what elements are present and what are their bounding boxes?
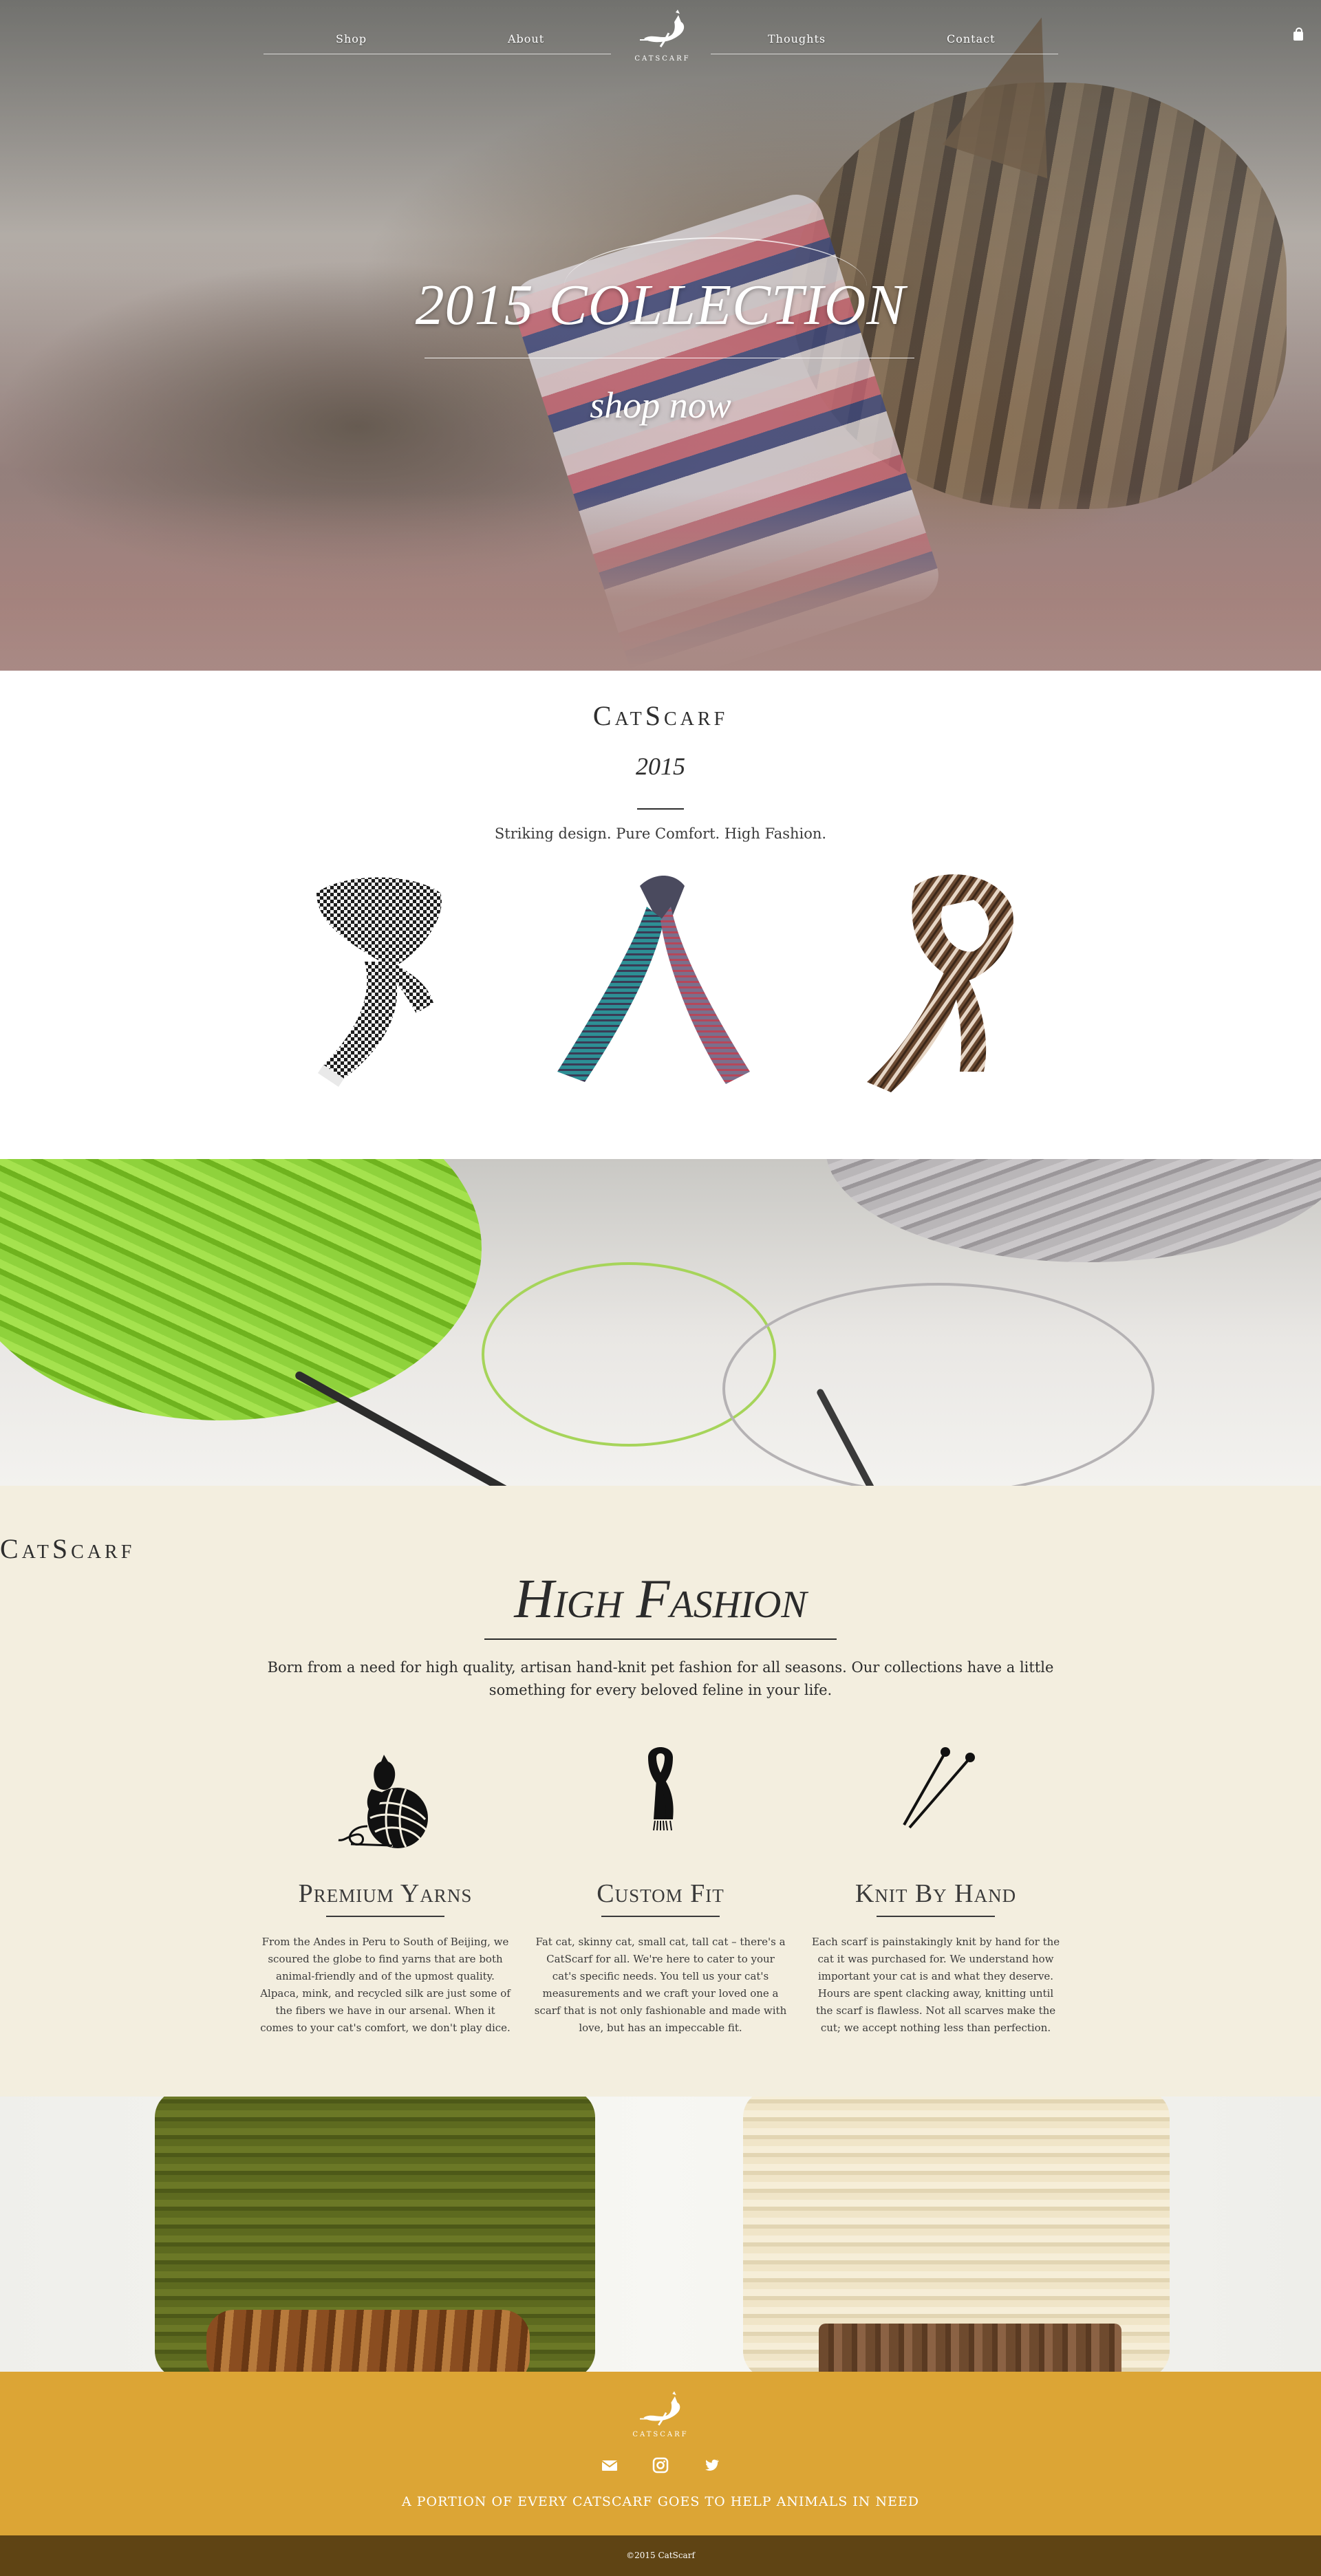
- yarn-banner-image: [0, 1159, 1321, 1486]
- collection-brand: CatScarf: [592, 700, 729, 731]
- hero-title: 2015 COLLECTION: [415, 273, 906, 337]
- collection-divider: [637, 808, 684, 810]
- green-yarn-ball: [0, 1159, 482, 1420]
- collection-section: CatScarf 2015 Striking design. Pure Comf…: [0, 671, 1321, 1159]
- cat-scarf-logo-icon: [640, 2391, 680, 2426]
- grey-yarn-ball: [826, 1159, 1321, 1262]
- collection-tagline: Striking design. Pure Comfort. High Fash…: [494, 825, 827, 842]
- product-houndstooth-scarf[interactable]: [275, 865, 509, 1099]
- fashion-title: High Fashion: [514, 1569, 807, 1630]
- grey-yarn-strand: [722, 1283, 1154, 1486]
- copyright: ©2015 CatScarf: [0, 2535, 1321, 2576]
- feature-title: Custom Fit: [597, 1879, 724, 1908]
- feature-text: Each scarf is painstakingly knit by hand…: [811, 1936, 1060, 2034]
- feature-divider: [877, 1916, 995, 1917]
- shop-now-link[interactable]: shop now: [523, 384, 798, 426]
- feature-text: Fat cat, skinny cat, small cat, tall cat…: [534, 1936, 787, 2034]
- feature-divider: [601, 1916, 720, 1917]
- cat-scarf-logo-icon: [640, 10, 685, 47]
- product-teal-scarf[interactable]: [544, 865, 777, 1099]
- hero-section: Shop About CATSCARF Thoughts Contact 201…: [0, 0, 1321, 671]
- footer-logo[interactable]: [626, 2388, 695, 2429]
- nav-shop-link[interactable]: Shop: [336, 32, 367, 45]
- teal-scarf-image: [557, 876, 750, 1084]
- shopping-bag-icon[interactable]: [1293, 28, 1303, 41]
- fashion-divider: [484, 1638, 837, 1640]
- feature-knit-by-hand: Knit By Hand Each scarf is painstakingly…: [805, 1737, 1066, 2037]
- product-brown-scarf[interactable]: [826, 865, 1060, 1099]
- fashion-description: Born from a need for high quality, artis…: [267, 1659, 1054, 1698]
- yarn-ball-cat-icon: [323, 1737, 447, 1861]
- knitting-needles-icon: [874, 1737, 998, 1861]
- feature-custom-fit: Custom Fit Fat cat, skinny cat, small ca…: [530, 1737, 791, 2037]
- scarf-icon: [599, 1737, 722, 1861]
- feature-divider: [326, 1916, 444, 1917]
- instagram-icon[interactable]: [652, 2457, 669, 2474]
- nav-thoughts-link[interactable]: Thoughts: [768, 32, 826, 45]
- nav-contact-link[interactable]: Contact: [947, 32, 996, 45]
- nav-about-link[interactable]: About: [508, 32, 544, 45]
- twitter-icon[interactable]: [703, 2457, 720, 2474]
- footer-logo-text: CATSCARF: [632, 2431, 689, 2438]
- nav-logo[interactable]: CATSCARF: [625, 8, 700, 70]
- high-fashion-section: CatScarf High Fashion Born from a need f…: [0, 1486, 1321, 2097]
- wood-toggle-left: [206, 2310, 530, 2372]
- feature-premium-yarns: Premium Yarns From the Andes in Peru to …: [255, 1737, 516, 2037]
- footer: CATSCARF A portion of every CatScarf goe…: [0, 2372, 1321, 2535]
- brown-scarf-image: [867, 874, 1013, 1092]
- nav-logo-text: CATSCARF: [634, 55, 691, 63]
- wood-toggle-right: [819, 2324, 1121, 2372]
- footer-mission: A portion of every CatScarf goes to help…: [401, 2494, 920, 2509]
- feature-title: Premium Yarns: [298, 1879, 473, 1908]
- envelope-icon[interactable]: [601, 2457, 618, 2474]
- feature-title: Knit By Hand: [855, 1879, 1017, 1908]
- knit-samples-banner-image: [0, 2097, 1321, 2372]
- feature-text: From the Andes in Peru to South of Beiji…: [260, 1936, 511, 2034]
- fashion-brand: CatScarf: [0, 1533, 136, 1564]
- main-nav: Shop About CATSCARF Thoughts Contact: [264, 0, 1058, 63]
- houndstooth-scarf-image: [316, 877, 442, 1087]
- collection-year: 2015: [636, 753, 685, 780]
